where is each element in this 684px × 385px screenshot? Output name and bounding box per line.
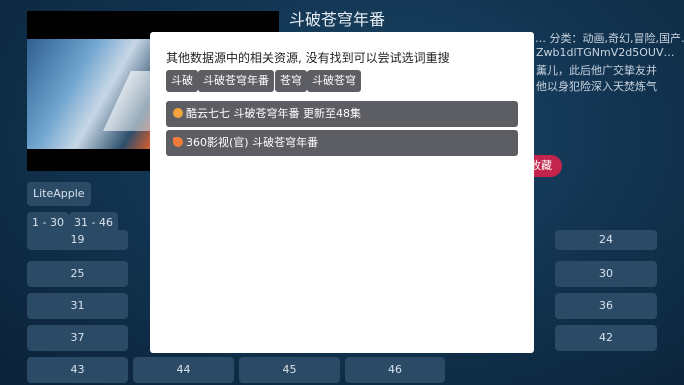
result-item[interactable]: 酷云七七 斗破苍穹年番 更新至48集 [166, 101, 518, 127]
episode-button[interactable]: 44 [133, 357, 234, 383]
episode-button[interactable]: 42 [555, 325, 657, 351]
video-meta: … 分类：动画,奇幻,冒险,国产… [535, 32, 684, 45]
episode-button[interactable]: 30 [555, 261, 657, 287]
episode-button[interactable]: 24 [555, 230, 657, 250]
episode-button[interactable]: 37 [27, 325, 128, 351]
video-id: Zwb1dlTGNmV2d5OUV… [536, 46, 675, 59]
result-text: 酷云七七 斗破苍穹年番 更新至48集 [186, 107, 361, 120]
keyword-chip[interactable]: 斗破苍穹年番 [198, 70, 274, 92]
dialog-message: 其他数据源中的相关资源, 没有找到可以尝试选词重搜 [166, 51, 450, 65]
result-item[interactable]: 360影视(官) 斗破苍穹年番 [166, 130, 518, 156]
keyword-chip[interactable]: 斗破苍穹 [307, 70, 361, 92]
episode-button[interactable]: 25 [27, 261, 128, 287]
related-resources-dialog: 其他数据源中的相关资源, 没有找到可以尝试选词重搜 斗破 斗破苍穹年番 苍穹 斗… [150, 32, 534, 353]
source-chip[interactable]: LiteApple [27, 182, 91, 206]
result-text: 360影视(官) 斗破苍穹年番 [186, 136, 319, 149]
keyword-chip[interactable]: 苍穹 [275, 70, 307, 92]
episode-button[interactable]: 45 [239, 357, 340, 383]
episode-button[interactable]: 31 [27, 293, 128, 319]
episode-button[interactable]: 19 [27, 230, 128, 250]
video-desc-line-2: 他以身犯险深入天焚炼气 [536, 80, 657, 93]
episode-button[interactable]: 46 [345, 357, 445, 383]
cloud-source-icon [173, 108, 183, 118]
heart-source-icon [173, 137, 183, 147]
episode-button[interactable]: 43 [27, 357, 128, 383]
episode-button[interactable]: 36 [555, 293, 657, 319]
keyword-chip[interactable]: 斗破 [166, 70, 198, 92]
video-desc-line-1: 薰儿，此后他广交挚友并 [536, 64, 657, 77]
video-title: 斗破苍穹年番 [289, 10, 386, 29]
